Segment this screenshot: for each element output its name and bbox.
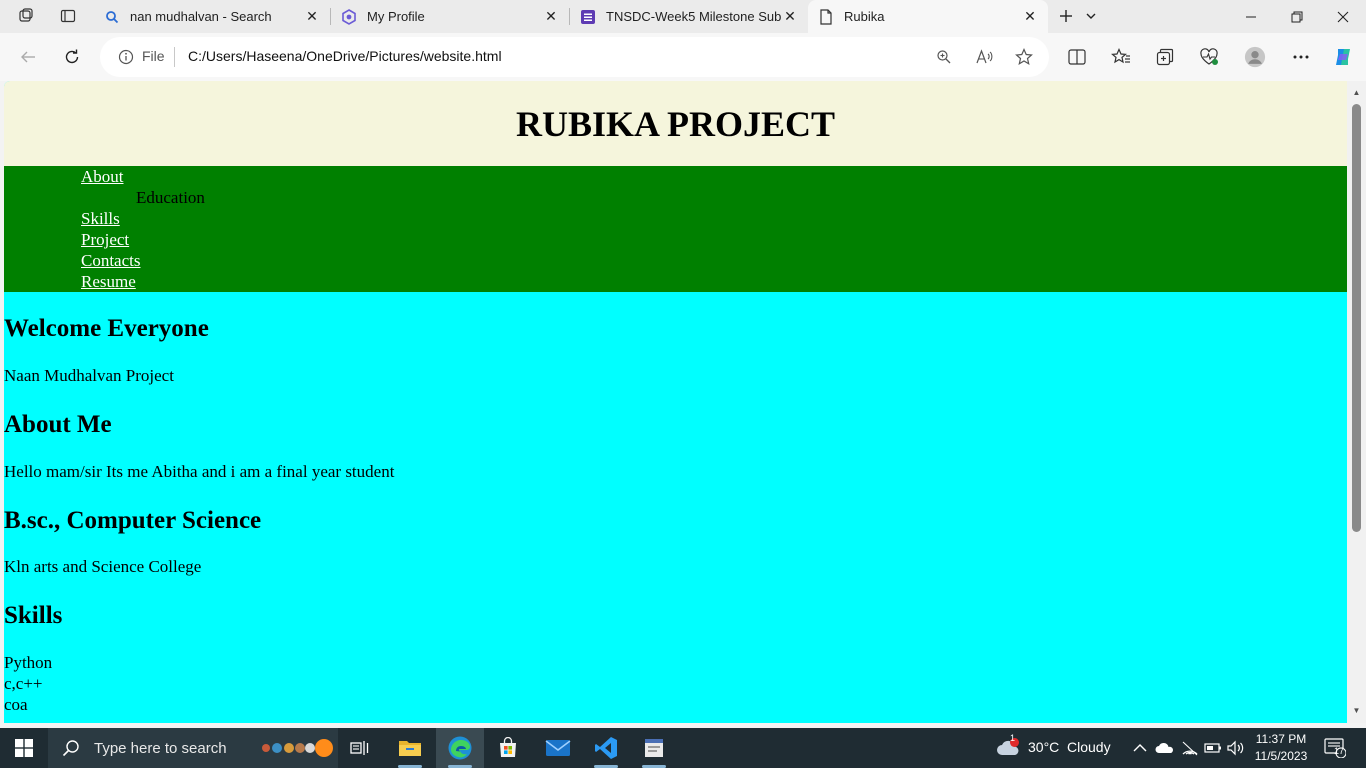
minimize-icon[interactable]	[1228, 0, 1274, 33]
close-icon[interactable]: ✕	[304, 8, 320, 25]
vscode-icon[interactable]	[582, 728, 630, 768]
onedrive-icon[interactable]	[1155, 738, 1175, 758]
volume-icon[interactable]	[1226, 738, 1246, 758]
copilot-icon[interactable]	[1332, 46, 1354, 68]
weather-badge: 1	[1010, 733, 1016, 743]
clock-time: 11:37 PM	[1255, 732, 1307, 746]
about-text: Hello mam/sir Its me Abitha and i am a f…	[4, 462, 395, 481]
tab-actions-icon[interactable]	[54, 4, 82, 28]
scroll-up-icon[interactable]: ▲	[1352, 88, 1361, 97]
tab-label: nan mudhalvan - Search	[130, 9, 272, 24]
nav-link-skills[interactable]: Skills	[81, 209, 120, 229]
url-text[interactable]: C:/Users/Haseena/OneDrive/Pictures/websi…	[188, 48, 502, 64]
chevron-up-icon[interactable]	[1130, 738, 1150, 758]
file-explorer-icon[interactable]	[386, 728, 434, 768]
about-heading: About Me	[4, 411, 112, 438]
tab-label: My Profile	[367, 9, 425, 24]
degree-heading: B.sc., Computer Science	[4, 507, 262, 534]
search-highlight-icon	[258, 735, 334, 761]
notification-count: 17	[1334, 746, 1345, 756]
address-bar[interactable]: File C:/Users/Haseena/OneDrive/Pictures/…	[100, 37, 1049, 77]
page-icon	[818, 8, 834, 25]
site-title: RUBIKA PROJECT	[515, 103, 836, 144]
taskbar: Type here to search 1 30°C Cloudy 11:37 …	[0, 728, 1366, 768]
split-screen-icon[interactable]	[1066, 46, 1088, 68]
start-button[interactable]	[0, 728, 48, 768]
clock[interactable]: 11:37 PM 11/5/2023	[1248, 731, 1314, 765]
scroll-down-icon[interactable]: ▼	[1352, 706, 1361, 715]
scrollbar-thumb[interactable]	[1352, 104, 1361, 532]
vertical-scrollbar[interactable]: ▲ ▼	[1347, 81, 1366, 723]
zoom-icon[interactable]	[934, 47, 954, 67]
windows-logo-icon	[15, 739, 33, 757]
welcome-text: Naan Mudhalvan Project	[4, 366, 174, 385]
search-placeholder: Type here to search	[94, 739, 227, 757]
weather-condition: Cloudy	[1067, 739, 1111, 755]
battery-icon[interactable]	[1203, 738, 1223, 758]
web-page-app-icon[interactable]	[630, 728, 678, 768]
info-icon[interactable]	[118, 49, 134, 65]
address-divider	[174, 47, 175, 67]
restore-icon[interactable]	[1274, 0, 1320, 33]
tab-rubika[interactable]: Rubika ✕	[808, 0, 1048, 33]
tab-list-chevron-icon[interactable]	[1077, 4, 1105, 28]
close-icon[interactable]: ✕	[543, 8, 559, 25]
mail-icon[interactable]	[534, 728, 582, 768]
settings-more-icon[interactable]	[1290, 46, 1312, 68]
back-icon[interactable]	[12, 41, 44, 73]
browser-essentials-icon[interactable]	[1198, 46, 1220, 68]
collections-icon[interactable]	[1154, 46, 1176, 68]
workspaces-icon[interactable]	[12, 4, 40, 28]
favorites-icon[interactable]	[1110, 46, 1132, 68]
wifi-icon[interactable]	[1180, 738, 1200, 758]
search-icon	[104, 9, 120, 25]
tab-label: Rubika	[844, 9, 885, 24]
site-header: RUBIKA PROJECT	[4, 81, 1347, 166]
nav-link-contacts[interactable]: Contacts	[81, 251, 141, 271]
site-nav: About Education Skills Project Contacts …	[4, 166, 1347, 292]
page-viewport: RUBIKA PROJECT About Education Skills Pr…	[4, 81, 1366, 723]
skill-item: c,c++	[4, 674, 43, 693]
skill-item: coa	[4, 695, 28, 714]
avatar[interactable]	[1244, 46, 1266, 68]
college-text: Kln arts and Science College	[4, 557, 202, 576]
skills-heading: Skills	[4, 602, 63, 629]
weather-cloud-icon[interactable]	[996, 738, 1022, 758]
scheme-label: File	[142, 48, 165, 64]
tab-search[interactable]: nan mudhalvan - Search ✕	[94, 0, 330, 33]
close-window-icon[interactable]	[1320, 0, 1366, 33]
microsoft-store-icon[interactable]	[484, 728, 532, 768]
nav-link-resume[interactable]: Resume	[81, 272, 136, 292]
tab-strip: nan mudhalvan - Search ✕ My Profile ✕ TN…	[0, 0, 1366, 33]
close-icon[interactable]: ✕	[1022, 8, 1038, 25]
search-icon	[62, 739, 80, 757]
edge-icon[interactable]	[436, 728, 484, 768]
read-aloud-icon[interactable]	[975, 47, 995, 67]
nav-text-education: Education	[136, 188, 205, 207]
tab-label: TNSDC-Week5 Milestone Submis	[606, 9, 782, 24]
tab-my-profile[interactable]: My Profile ✕	[331, 0, 569, 33]
forms-icon	[580, 9, 596, 25]
tab-milestone[interactable]: TNSDC-Week5 Milestone Submis ✕	[570, 0, 808, 33]
new-tab-icon[interactable]	[1052, 4, 1080, 28]
profile-logo-icon	[341, 8, 357, 25]
skill-item: Python	[4, 653, 53, 672]
close-icon[interactable]: ✕	[782, 8, 798, 25]
favorite-star-icon[interactable]	[1014, 47, 1034, 67]
nav-link-about[interactable]: About	[81, 167, 124, 187]
nav-link-project[interactable]: Project	[81, 230, 129, 250]
welcome-heading: Welcome Everyone	[4, 315, 209, 342]
clock-date: 11/5/2023	[1254, 749, 1308, 763]
refresh-icon[interactable]	[56, 41, 88, 73]
task-view-icon[interactable]	[336, 728, 384, 768]
taskbar-search[interactable]: Type here to search	[48, 728, 338, 768]
weather-temperature: 30°C	[1028, 739, 1060, 755]
browser-toolbar: File C:/Users/Haseena/OneDrive/Pictures/…	[0, 33, 1366, 81]
